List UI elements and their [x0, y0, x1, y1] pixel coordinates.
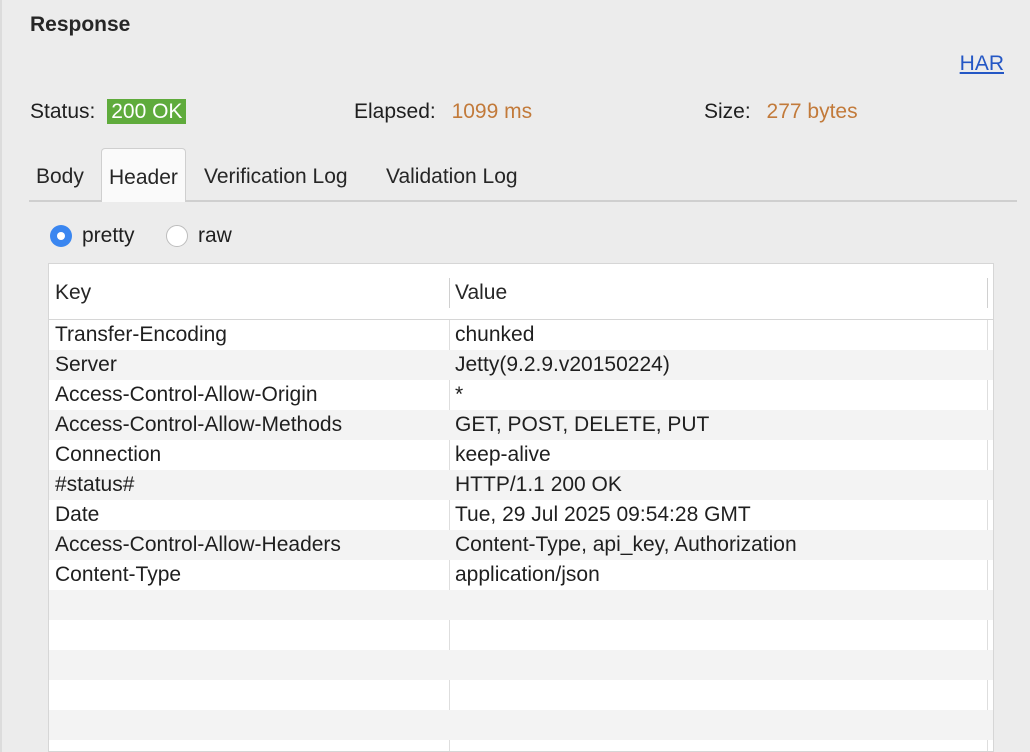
size-group: Size: 277 bytes [704, 100, 858, 124]
table-row[interactable]: Connection keep-alive [49, 440, 993, 470]
table-row[interactable] [49, 620, 993, 650]
pretty-radio[interactable]: pretty [50, 224, 135, 248]
panel-title: Response [30, 13, 131, 36]
header-key-cell: Access-Control-Allow-Origin [55, 383, 318, 406]
header-key-cell: Server [55, 353, 117, 376]
header-key-cell: Access-Control-Allow-Headers [55, 533, 341, 556]
header-key-cell: #status# [55, 473, 135, 496]
header-value-cell: Jetty(9.2.9.v20150224) [455, 353, 670, 376]
elapsed-group: Elapsed: 1099 ms [354, 100, 532, 124]
table-row[interactable]: Access-Control-Allow-Methods GET, POST, D… [49, 410, 993, 440]
raw-label: raw [198, 224, 232, 247]
elapsed-label: Elapsed: [354, 100, 436, 123]
header-value-cell: chunked [455, 323, 535, 346]
table-row[interactable] [49, 740, 993, 751]
table-row[interactable] [49, 680, 993, 710]
pretty-label: pretty [82, 224, 135, 247]
radio-selected-icon [50, 225, 72, 247]
table-row[interactable]: Access-Control-Allow-Headers Content-Type… [49, 530, 993, 560]
status-label: Status: [30, 100, 96, 123]
table-header: Key Value [49, 264, 993, 320]
table-row[interactable]: Access-Control-Allow-Origin * [49, 380, 993, 410]
response-panel: Response HAR Status: 200 OK Elapsed: 109… [0, 0, 1030, 752]
table-row[interactable]: Server Jetty(9.2.9.v20150224) [49, 350, 993, 380]
header-value-cell: HTTP/1.1 200 OK [455, 473, 622, 496]
header-value-cell: Content-Type, api_key, Authorization [455, 533, 797, 556]
column-divider[interactable] [987, 278, 988, 308]
header-key-cell: Access-Control-Allow-Methods [55, 413, 343, 436]
table-row[interactable] [49, 710, 993, 740]
column-divider[interactable] [449, 278, 450, 308]
size-label: Size: [704, 100, 751, 123]
header-key-cell: Content-Type [55, 563, 182, 586]
tab-verification-log[interactable]: Verification Log [197, 148, 355, 200]
table-row[interactable] [49, 650, 993, 680]
table-body: Transfer-Encoding chunked Server Jetty(9.2.… [49, 320, 993, 751]
tab-header[interactable]: Header [101, 148, 186, 202]
header-value-cell: application/json [455, 563, 600, 586]
elapsed-value: 1099 ms [451, 100, 533, 123]
header-value-cell: keep-alive [455, 443, 551, 466]
table-row[interactable] [49, 590, 993, 620]
status-badge: 200 OK [107, 99, 187, 124]
table-row[interactable]: Content-Type application/json [49, 560, 993, 590]
header-value-cell: Tue, 29 Jul 2025 09:54:28 GMT [455, 503, 751, 526]
headers-table: Key Value Transfer-Encoding chunked Server… [48, 263, 994, 752]
tab-validation-log[interactable]: Validation Log [379, 148, 525, 200]
status-group: Status: 200 OK [30, 99, 187, 124]
header-value-cell: * [455, 383, 464, 406]
column-header-key[interactable]: Key [55, 281, 91, 305]
table-row[interactable]: Transfer-Encoding chunked [49, 320, 993, 350]
tab-body[interactable]: Body [29, 148, 91, 200]
response-tabs: Body Header Verification Log Validation … [29, 148, 1017, 202]
raw-radio[interactable]: raw [166, 224, 232, 248]
header-key-cell: Connection [55, 443, 162, 466]
size-value: 277 bytes [766, 100, 858, 123]
header-key-cell: Transfer-Encoding [55, 323, 227, 346]
radio-unselected-icon [166, 225, 188, 247]
header-key-cell: Date [55, 503, 100, 526]
har-link[interactable]: HAR [960, 52, 1004, 76]
header-value-cell: GET, POST, DELETE, PUT [455, 413, 710, 436]
table-row[interactable]: #status# HTTP/1.1 200 OK [49, 470, 993, 500]
table-row[interactable]: Date Tue, 29 Jul 2025 09:54:28 GMT [49, 500, 993, 530]
column-header-value[interactable]: Value [455, 281, 507, 305]
